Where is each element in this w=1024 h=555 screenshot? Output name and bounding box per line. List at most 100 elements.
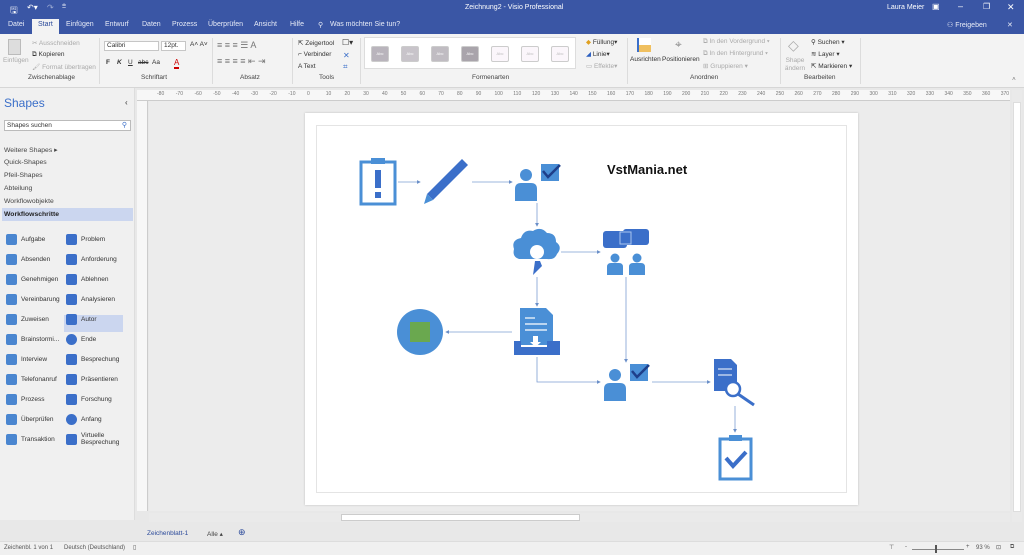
style-swatch[interactable]: Abc <box>551 46 569 62</box>
meeting-shape[interactable] <box>603 229 649 275</box>
fill-button[interactable]: ◆ Füllung▾ <box>586 38 617 46</box>
shape-item[interactable]: Virtuelle Besprechung <box>66 431 126 447</box>
cut-button[interactable]: ✂ Ausschneiden <box>32 39 80 47</box>
tab-ansicht[interactable]: Ansicht <box>254 21 277 28</box>
zoom-slider-thumb[interactable] <box>935 545 937 553</box>
shape-item[interactable]: Autor <box>66 311 97 327</box>
author-pencil-shape[interactable] <box>424 159 468 204</box>
ribbon-display-icon[interactable]: ▣ <box>932 2 940 11</box>
paste-button[interactable]: Einfügen <box>3 57 29 64</box>
tab-hilfe[interactable]: Hilfe <box>290 21 304 28</box>
shape-item[interactable]: Analysieren <box>66 291 115 307</box>
close-icon[interactable]: ✕ <box>1007 2 1015 13</box>
bold-button[interactable]: F <box>106 59 110 66</box>
underline-button[interactable]: U <box>128 59 133 66</box>
change-case-button[interactable]: Aa <box>152 59 160 66</box>
font-size-select[interactable]: 12pt. <box>161 41 186 51</box>
shape-item[interactable]: Problem <box>66 231 105 247</box>
zoom-in-icon[interactable]: + <box>966 544 970 550</box>
stencil-arrow-shapes[interactable]: Pfeil-Shapes <box>4 172 43 179</box>
shape-item[interactable]: Forschung <box>66 391 112 407</box>
tab-einfuegen[interactable]: Einfügen <box>66 21 94 28</box>
line-button[interactable]: ◢ Linie▾ <box>586 50 610 58</box>
position-button[interactable]: Positionieren <box>662 56 700 63</box>
tab-ueberpruefen[interactable]: Überprüfen <box>208 21 243 28</box>
tell-me-input[interactable]: Was möchten Sie tun? <box>330 21 400 28</box>
shape-item[interactable]: Absenden <box>6 251 50 267</box>
font-color-button[interactable]: A <box>174 58 180 69</box>
tab-entwurf[interactable]: Entwurf <box>105 21 129 28</box>
style-swatch[interactable]: Abc <box>461 46 479 62</box>
shape-item[interactable]: Ablehnen <box>66 271 108 287</box>
sheet-tab-active[interactable]: Zeichenblatt-1 <box>147 530 188 537</box>
stencil-workflow-steps[interactable]: Workflowschritte <box>4 211 59 218</box>
shape-item[interactable]: Zuweisen <box>6 311 49 327</box>
copy-button[interactable]: ⧉ Kopieren <box>32 51 64 59</box>
assign-person-check-shape[interactable] <box>515 164 561 201</box>
fit-page-icon[interactable]: ⊡ <box>996 544 1001 551</box>
end-shape[interactable] <box>397 309 443 355</box>
problem-clipboard-shape[interactable] <box>359 158 397 206</box>
send-to-back-button[interactable]: ⧉ In den Hintergrund ▾ <box>703 50 768 58</box>
strikethrough-button[interactable]: abc <box>138 59 148 66</box>
submit-inbox-shape[interactable] <box>514 308 560 355</box>
sheet-all-button[interactable]: Alle ▴ <box>207 530 223 538</box>
shape-item[interactable]: Anforderung <box>66 251 117 267</box>
group-button[interactable]: ⊞ Gruppieren ▾ <box>703 62 748 70</box>
rectangle-tool-icon[interactable]: ☐▾ <box>342 38 353 47</box>
tab-prozess[interactable]: Prozess <box>172 21 197 28</box>
align-text-buttons[interactable]: ≡ ≡ ≡ ≡ ⇤ ⇥ <box>217 56 266 67</box>
crop-tool-icon[interactable]: ⌗ <box>343 62 348 72</box>
shape-item[interactable]: Interview <box>6 351 47 367</box>
shape-item[interactable]: Überprüfen <box>6 411 54 427</box>
vertical-scrollbar[interactable] <box>1012 90 1022 522</box>
shape-item[interactable]: Ende <box>66 331 96 347</box>
restore-icon[interactable]: ❐ <box>983 2 990 11</box>
change-shape-button[interactable]: Shape ändern <box>784 57 806 73</box>
style-swatch[interactable]: Abc <box>521 46 539 62</box>
shape-item[interactable]: Besprechung <box>66 351 119 367</box>
shape-item[interactable]: Genehmigen <box>6 271 58 287</box>
research-document-shape[interactable] <box>714 359 755 407</box>
tab-start[interactable]: Start <box>32 19 59 34</box>
fit-icon[interactable]: ⊤ <box>889 544 894 551</box>
collapse-ribbon-icon[interactable]: ˄ <box>1012 76 1016 83</box>
review-person-check-shape[interactable] <box>604 364 650 401</box>
horizontal-scrollbar[interactable] <box>149 513 1010 522</box>
shape-item[interactable]: Telefonanruf <box>6 371 57 387</box>
customize-icon[interactable]: ⩧ <box>62 3 66 11</box>
shape-item[interactable]: Prozess <box>6 391 44 407</box>
text-tool-button[interactable]: A Text <box>298 63 316 70</box>
drawing-page[interactable]: VstMania.net <box>305 113 858 505</box>
style-swatch[interactable]: Abc <box>431 46 449 62</box>
vertical-scroll-thumb[interactable] <box>1013 102 1021 512</box>
stencil-workflow-objects[interactable]: Workflowobjekte <box>4 198 54 205</box>
approve-clipboard-shape[interactable] <box>718 435 753 481</box>
share-button[interactable]: ⚇ Freigeben <box>947 21 987 29</box>
redo-icon[interactable]: ↷ <box>47 3 54 12</box>
stencil-more-shapes[interactable]: Weitere Shapes ▸ <box>4 146 58 154</box>
status-language[interactable]: Deutsch (Deutschland) <box>64 545 125 551</box>
minimize-icon[interactable]: – <box>958 1 963 11</box>
select-button[interactable]: ⇱ Markieren ▾ <box>811 62 852 70</box>
shape-item[interactable]: Transaktion <box>6 431 55 447</box>
pointer-tool-button[interactable]: ⇱ Zeigertool <box>298 39 334 47</box>
switch-windows-icon[interactable]: ⧉ <box>1010 544 1014 551</box>
find-button[interactable]: ⚲ Suchen ▾ <box>811 38 845 46</box>
style-swatch[interactable]: Abc <box>371 46 389 62</box>
shape-item[interactable]: Präsentieren <box>66 371 118 387</box>
search-icon[interactable]: ⚲ <box>122 121 127 129</box>
grow-font-button[interactable]: A˄ A˅ <box>190 41 208 48</box>
macro-icon[interactable]: ▯ <box>133 544 136 551</box>
font-name-select[interactable]: Calibri <box>104 41 159 51</box>
shape-item[interactable]: Anfang <box>66 411 102 427</box>
connection-point-icon[interactable]: ✕ <box>343 51 350 60</box>
stencil-department[interactable]: Abteilung <box>4 185 32 192</box>
collapse-panel-icon[interactable]: ‹ <box>125 98 128 107</box>
undo-icon[interactable]: ↶▾ <box>27 3 38 12</box>
brainstorm-shape[interactable] <box>513 228 560 275</box>
align-top-buttons[interactable]: ≡ ≡ ≡ ☰ A <box>217 40 256 51</box>
horizontal-scroll-thumb[interactable] <box>341 514 580 521</box>
user-name[interactable]: Laura Meier <box>887 4 924 11</box>
effects-button[interactable]: ▭ Effekte▾ <box>586 62 617 70</box>
